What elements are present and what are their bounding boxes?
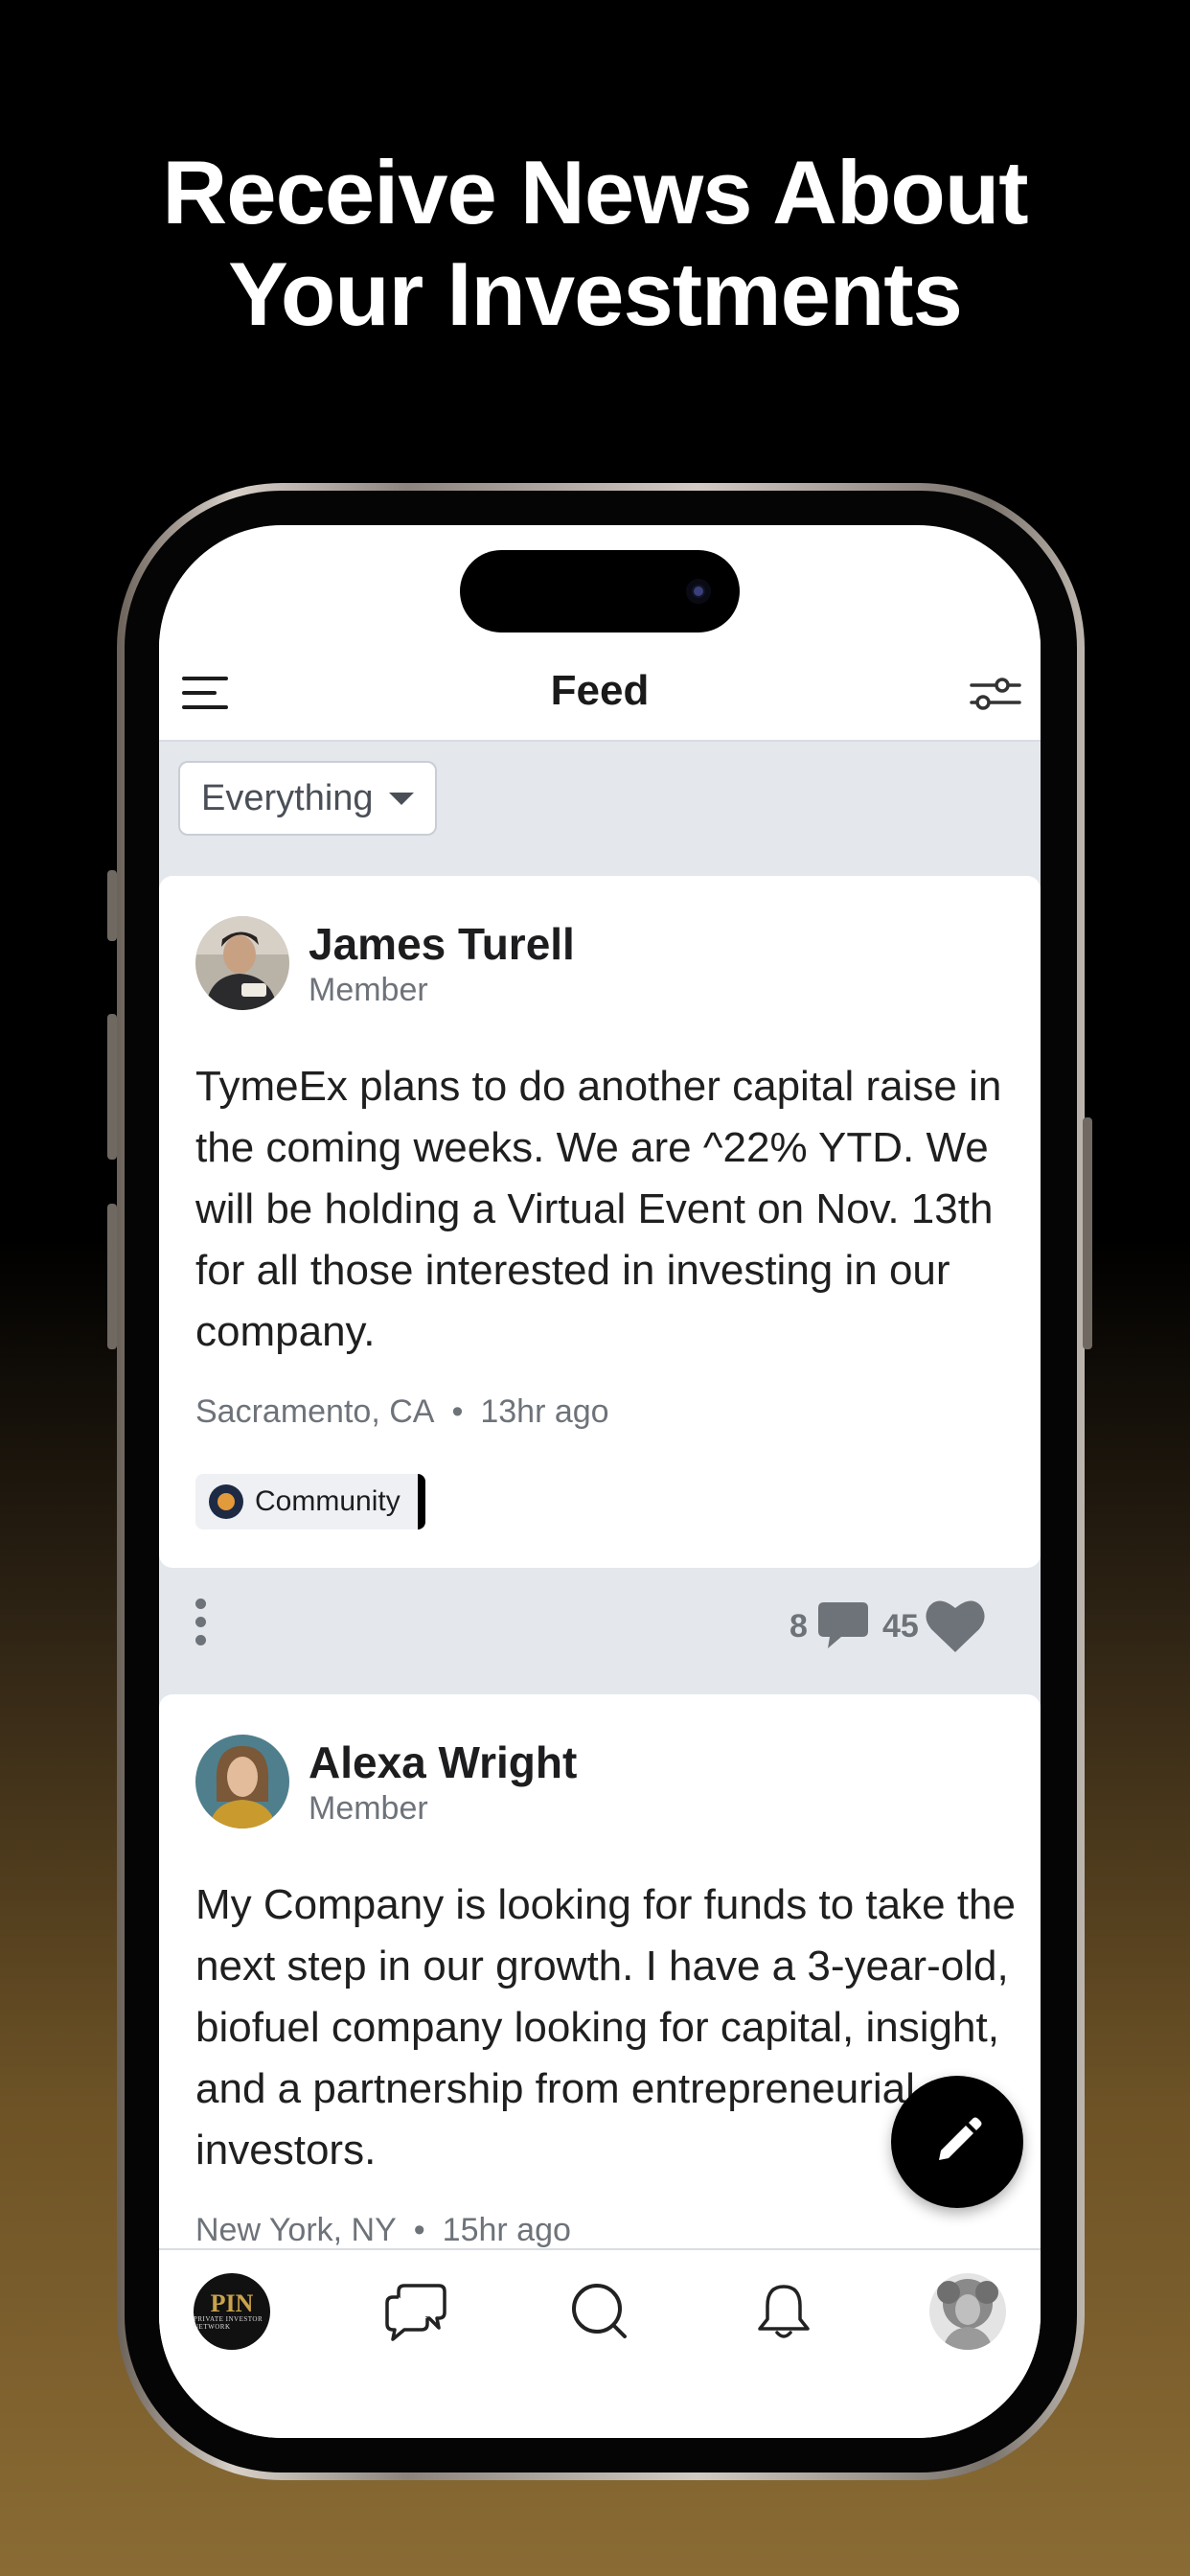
post-author-role: Member [309, 1790, 428, 1827]
logo-subtext: PRIVATE INVESTOR NETWORK [194, 2315, 263, 2331]
caret-down-icon [388, 792, 414, 805]
phone-volume-up [107, 1014, 117, 1160]
post-author[interactable]: Alexa Wright [309, 1736, 577, 1788]
avatar[interactable] [195, 916, 289, 1010]
post-meta: Sacramento, CA • 13hr ago [195, 1393, 609, 1431]
feed-filter-dropdown[interactable]: Everything [178, 761, 437, 836]
tab-messages[interactable] [376, 2271, 456, 2352]
messages-icon [385, 2284, 446, 2341]
headline-line-1: Receive News About [162, 142, 1028, 242]
dropdown-value: Everything [201, 777, 374, 818]
bell-icon [758, 2285, 810, 2338]
post-body: TymeEx plans to do another capital raise… [195, 1063, 1002, 1355]
avatar-photo-icon [195, 1735, 289, 1828]
separator-dot: • [451, 1393, 464, 1430]
bottom-tab-bar: PIN PRIVATE INVESTOR NETWORK [159, 2248, 1041, 2438]
dynamic-island [460, 550, 740, 632]
search-icon [572, 2284, 627, 2338]
phone-volume-down [107, 1204, 117, 1349]
feed-post[interactable]: James Turell Member TymeEx plans to do a… [159, 876, 1041, 1568]
tab-profile[interactable] [927, 2271, 1008, 2352]
post-actions-bar: 8 45 [159, 1568, 1041, 1694]
headline-line-2: Your Investments [228, 243, 963, 344]
tag-label: Community [255, 1485, 400, 1517]
profile-photo-icon [929, 2273, 1006, 2350]
page-title: Feed [550, 667, 650, 714]
post-author-role: Member [309, 972, 428, 1008]
post-author[interactable]: James Turell [309, 918, 575, 970]
like-count: 45 [882, 1608, 919, 1644]
separator-dot: • [413, 2212, 425, 2248]
feed-list[interactable]: Everything James Turell Member TymeEx pl… [159, 742, 1041, 2248]
phone-screen: Feed Everything James Turell Member Tyme… [159, 525, 1041, 2438]
promo-headline: Receive News About Your Investments [0, 142, 1190, 345]
tab-home[interactable]: PIN PRIVATE INVESTOR NETWORK [192, 2271, 272, 2352]
avatar[interactable] [195, 1735, 289, 1828]
heart-icon[interactable] [924, 1597, 987, 1654]
post-time: 15hr ago [442, 2212, 571, 2248]
comment-count: 8 [790, 1608, 808, 1644]
tab-search[interactable] [560, 2271, 640, 2352]
compose-post-button[interactable] [891, 2076, 1023, 2208]
phone-power-button [1083, 1117, 1092, 1349]
post-time: 13hr ago [480, 1393, 609, 1430]
camera-icon [686, 579, 711, 604]
top-nav-bar: Feed [159, 638, 1041, 742]
profile-avatar [929, 2273, 1006, 2350]
avatar-photo-icon [195, 916, 289, 1010]
community-icon [209, 1484, 243, 1519]
more-options-icon[interactable] [195, 1598, 207, 1653]
post-location: New York, NY [195, 2212, 397, 2248]
phone-action-button [107, 870, 117, 941]
comment-icon[interactable] [816, 1598, 870, 1652]
sliders-icon[interactable] [970, 673, 1021, 715]
post-meta: New York, NY • 15hr ago [195, 2212, 571, 2248]
community-tag[interactable]: Community [195, 1474, 425, 1530]
pencil-icon [939, 2117, 982, 2160]
post-location: Sacramento, CA [195, 1393, 435, 1430]
tab-notifications[interactable] [744, 2271, 824, 2352]
logo-text: PIN [210, 2289, 254, 2317]
pin-logo: PIN PRIVATE INVESTOR NETWORK [194, 2273, 270, 2350]
